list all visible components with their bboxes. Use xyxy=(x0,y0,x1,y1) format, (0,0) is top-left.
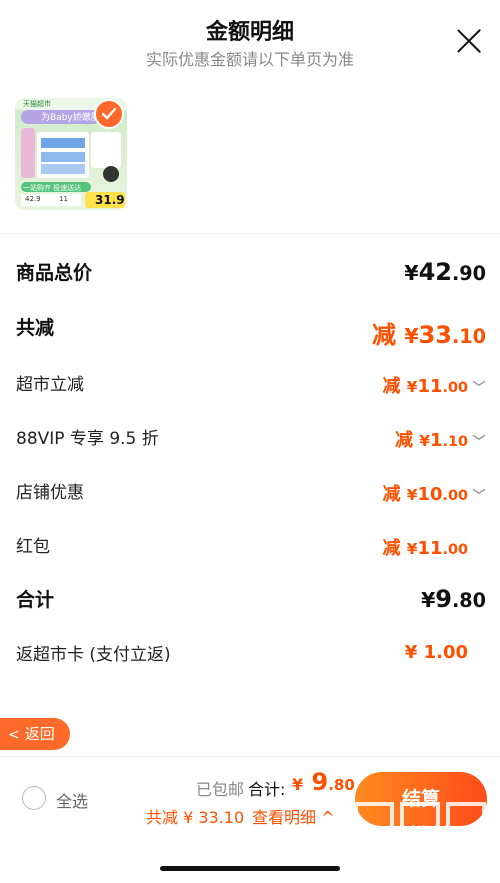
discount-item-red-packet: 红包 减 ¥11.00 xyxy=(16,532,486,572)
rebate-label: 返超市卡 (支付立返) xyxy=(16,645,171,665)
view-detail-link[interactable]: 查看明细 ^ xyxy=(252,804,335,828)
chevron-down-icon[interactable]: ﹀ xyxy=(472,485,486,504)
discount-item-88vip[interactable]: 88VIP 专享 9.5 折 减 ¥1.10 ﹀ xyxy=(16,424,486,464)
discount-item-supermarket[interactable]: 超市立减 减 ¥11.00 ﹀ xyxy=(16,370,486,410)
subtotal-row: 合计 ¥9.80 xyxy=(16,585,486,625)
product-price: 31.9 xyxy=(95,193,125,207)
free-shipping-label: 已包邮 xyxy=(196,780,245,799)
subtotal-value: ¥9.80 xyxy=(421,585,486,613)
chevron-up-icon: ^ xyxy=(321,808,335,827)
subtotal-label: 合计 xyxy=(16,589,55,611)
total-discount-row: 共减 减 ¥33.10 xyxy=(16,313,486,353)
goods-total-row: 商品总价 ¥42.90 xyxy=(16,258,486,298)
watermark-text: zhizhizhi.com xyxy=(379,822,488,841)
divider xyxy=(0,233,500,234)
header: 金额明细 实际优惠金额请以下单页为准 xyxy=(0,0,500,80)
rebate-value: ¥ 1.00 xyxy=(404,642,468,663)
page-title: 金额明细 xyxy=(205,20,294,45)
close-icon[interactable] xyxy=(456,28,482,54)
chevron-left-icon: < xyxy=(8,727,20,743)
back-button-label: 返回 xyxy=(24,725,55,743)
discount-item-value: 减 ¥11.00 ﹀ xyxy=(382,376,486,397)
saved-amount: 共减 ¥ 33.10 xyxy=(146,808,245,827)
select-all-radio[interactable] xyxy=(22,786,46,810)
total-amount: ¥ 9.80 xyxy=(292,768,355,796)
rebate-row: 返超市卡 (支付立返) ¥ 1.00 xyxy=(16,640,486,680)
select-all-label[interactable]: 全选 xyxy=(56,788,88,812)
page-subtitle: 实际优惠金额请以下单页为准 xyxy=(145,50,354,69)
total-label: 合计: xyxy=(248,780,286,799)
home-indicator[interactable] xyxy=(160,866,340,871)
discount-item-value: 减 ¥11.00 xyxy=(382,538,469,559)
discount-item-label: 超市立减 xyxy=(16,375,84,395)
product-small-price-1: 42.9 xyxy=(25,195,41,203)
product-top-banner: 天猫超市 xyxy=(23,100,51,108)
chevron-down-icon[interactable]: ﹀ xyxy=(472,377,486,396)
back-button[interactable]: < 返回 xyxy=(0,718,70,750)
discount-item-value: 减 ¥1.10 ﹀ xyxy=(395,430,486,451)
total-discount-label: 共减 xyxy=(16,317,55,339)
product-bottom-text: 一站购齐 极速送达 xyxy=(23,184,82,192)
total-discount-value: 减 ¥33.10 xyxy=(372,321,486,349)
check-icon[interactable] xyxy=(94,99,124,129)
product-small-price-2: 11 xyxy=(59,195,68,203)
discount-item-value: 减 ¥10.00 ﹀ xyxy=(382,484,486,505)
discount-item-label: 88VIP 专享 9.5 折 xyxy=(16,429,159,449)
chevron-down-icon[interactable]: ﹀ xyxy=(472,431,486,450)
goods-total-value: ¥42.90 xyxy=(404,258,486,286)
goods-total-label: 商品总价 xyxy=(16,262,93,284)
discount-item-store[interactable]: 店铺优惠 减 ¥10.00 ﹀ xyxy=(16,478,486,518)
discount-item-label: 店铺优惠 xyxy=(16,483,84,503)
discount-item-label: 红包 xyxy=(16,537,50,557)
